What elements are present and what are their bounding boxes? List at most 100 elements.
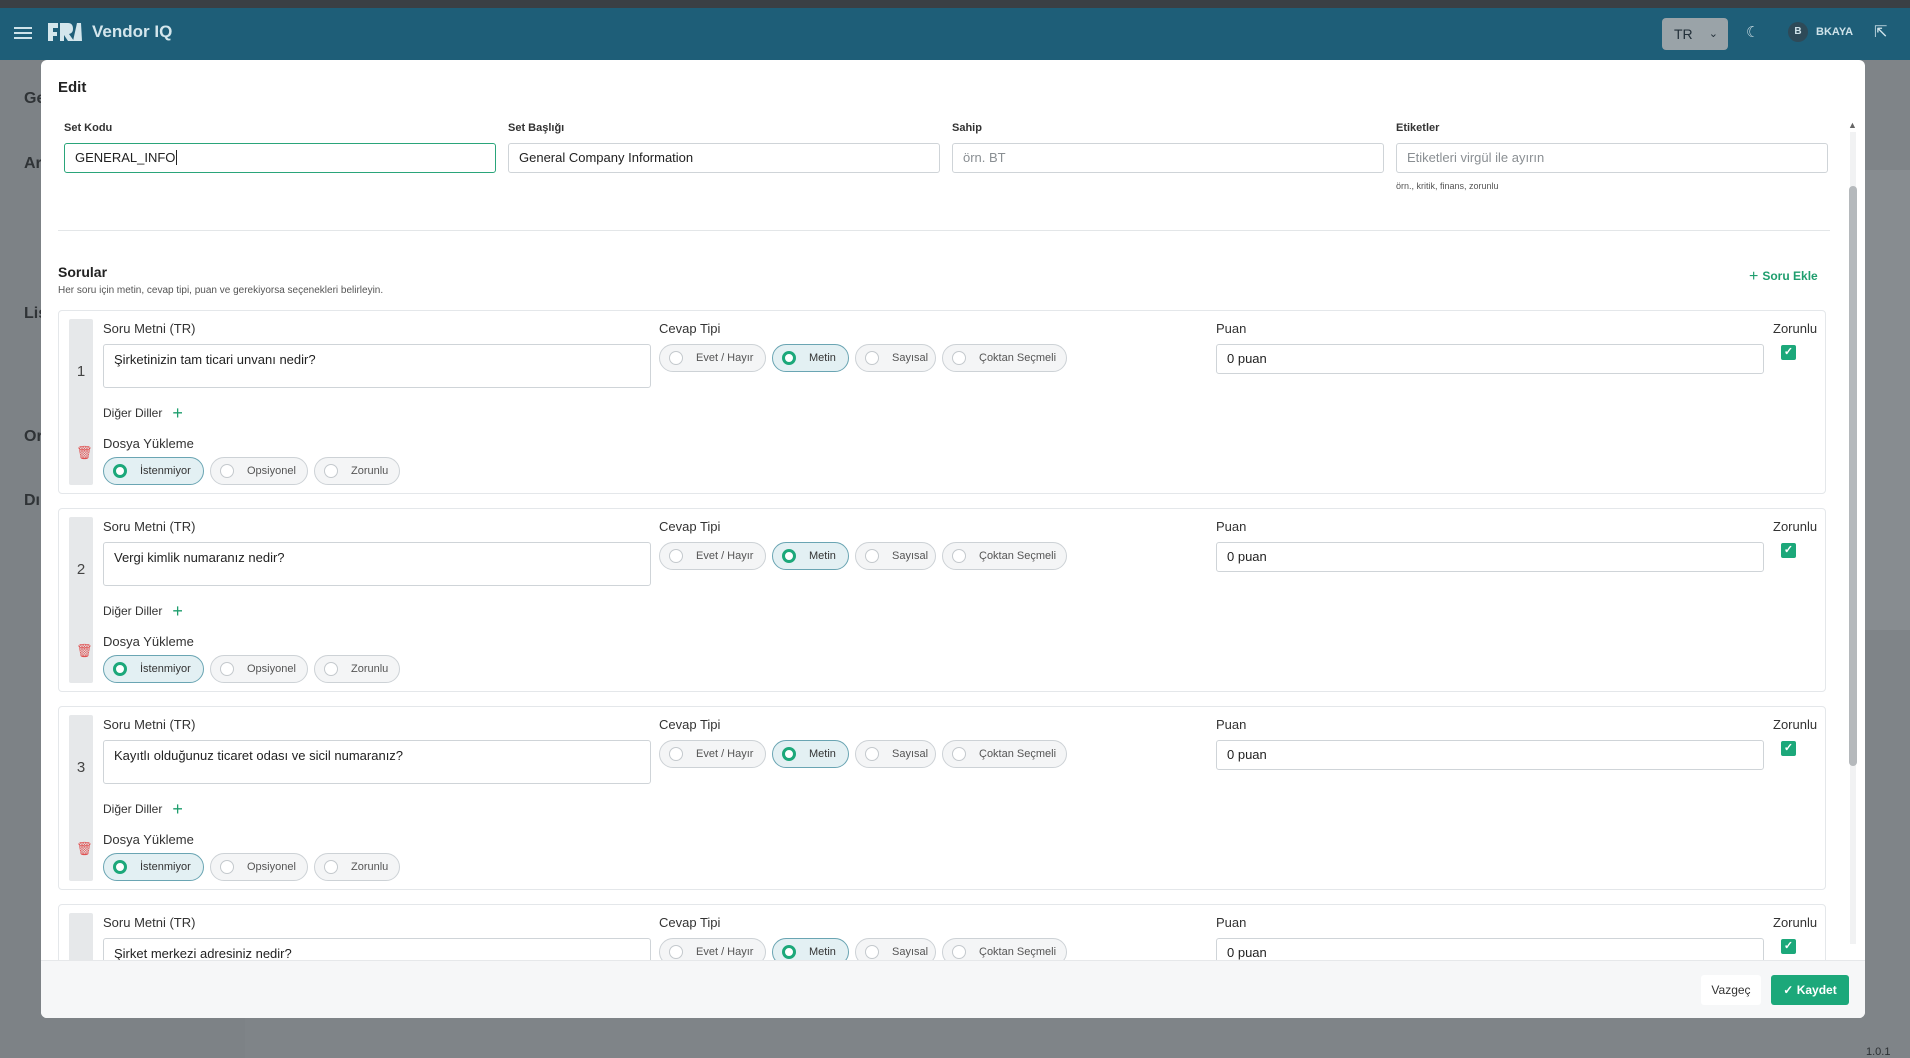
answer-type-multiple-choice[interactable]: Çoktan Seçmeli [942,344,1067,372]
radio-selected-icon [782,945,796,959]
answer-type-text[interactable]: Metin [772,938,849,960]
tags-input[interactable]: Etiketleri virgül ile ayırın [1396,143,1828,173]
answer-type-text[interactable]: Metin [772,344,849,372]
answer-type-text[interactable]: Metin [772,740,849,768]
question-text-input[interactable]: Kayıtlı olduğunuz ticaret odası ve sicil… [103,740,651,784]
answer-type-text[interactable]: Metin [772,542,849,570]
upload-option-label: İstenmiyor [140,465,191,477]
answer-type-multiple-choice[interactable]: Çoktan Seçmeli [942,740,1067,768]
trash-icon[interactable]: 🗑 [76,643,93,659]
answer-type-option-label: Evet / Hayır [696,550,754,562]
scrollbar-thumb[interactable] [1849,186,1857,766]
radio-icon [952,945,966,959]
upload-option-required[interactable]: Zorunlu [314,853,400,881]
score-input[interactable]: 0 puan [1216,938,1764,960]
question-text-input[interactable]: Vergi kimlik numaranız nedir? [103,542,651,586]
chevron-down-icon: ⌄ [1708,28,1718,40]
radio-icon [220,464,234,478]
answer-type-numeric[interactable]: Sayısal [855,938,936,960]
other-languages-label: Diğer Diller [103,406,163,420]
radio-icon [324,464,338,478]
moon-icon[interactable]: ☾ [1746,23,1759,41]
dialog-title: Edit [58,79,87,96]
add-question-button[interactable]: + Soru Ekle [1749,268,1818,286]
radio-icon [669,945,683,959]
upload-option-label: Zorunlu [351,663,389,675]
upload-option-required[interactable]: Zorunlu [314,457,400,485]
upload-option-optional[interactable]: Opsiyonel [210,853,308,881]
add-language-icon[interactable]: + [172,799,183,819]
answer-type-option-label: Evet / Hayır [696,946,754,958]
logout-icon[interactable]: ⇱ [1874,22,1887,42]
required-label: Zorunlu [1773,519,1818,534]
answer-type-yes-no[interactable]: Evet / Hayır [659,542,766,570]
upload-option-not-required[interactable]: İstenmiyor [103,457,204,485]
required-label: Zorunlu [1773,915,1818,930]
radio-selected-icon [113,464,127,478]
upload-option-optional[interactable]: Opsiyonel [210,457,308,485]
required-checkbox[interactable]: ✓ [1781,543,1796,558]
upload-option-not-required[interactable]: İstenmiyor [103,655,204,683]
radio-icon [865,549,879,563]
answer-type-label: Cevap Tipi [659,519,721,534]
set-title-label: Set Başlığı [508,122,565,134]
menu-icon[interactable] [14,24,32,42]
dialog-scrollbar[interactable]: ▲ ▼ [1847,112,1857,1012]
question-number-bar: 3 🗑 [69,715,93,881]
avatar[interactable]: B [1788,22,1808,42]
radio-icon [865,351,879,365]
answer-type-numeric[interactable]: Sayısal [855,344,936,372]
answer-type-yes-no[interactable]: Evet / Hayır [659,938,766,960]
owner-input[interactable]: örn. BT [952,143,1384,173]
answer-type-option-label: Sayısal [892,748,929,760]
background-label: Dı [24,492,40,509]
question-number-bar: 2 🗑 [69,517,93,683]
set-code-input[interactable]: GENERAL_INFO [64,143,496,173]
edit-dialog: Edit Set Kodu GENERAL_INFO Set Başlığı G… [41,60,1865,1018]
upload-option-not-required[interactable]: İstenmiyor [103,853,204,881]
add-language-icon[interactable]: + [172,403,183,423]
answer-type-yes-no[interactable]: Evet / Hayır [659,740,766,768]
radio-icon [952,351,966,365]
question-card: 2 🗑 Soru Metni (TR) Vergi kimlik numaran… [58,508,1826,692]
upload-option-label: Zorunlu [351,465,389,477]
save-button[interactable]: ✓ Kaydet [1771,975,1849,1005]
language-select[interactable]: TR ⌄ [1662,18,1728,50]
score-label: Puan [1216,519,1247,534]
background-label: Ar [24,155,42,172]
question-text-label: Soru Metni (TR) [103,519,196,534]
answer-type-multiple-choice[interactable]: Çoktan Seçmeli [942,542,1067,570]
upload-option-required[interactable]: Zorunlu [314,655,400,683]
add-language-icon[interactable]: + [172,601,183,621]
trash-icon[interactable]: 🗑 [76,841,93,857]
radio-icon [324,662,338,676]
required-checkbox[interactable]: ✓ [1781,345,1796,360]
answer-type-multiple-choice[interactable]: Çoktan Seçmeli [942,938,1067,960]
question-text-input[interactable]: Şirketinizin tam ticari unvanı nedir? [103,344,651,388]
cancel-button[interactable]: Vazgeç [1701,975,1761,1005]
score-input[interactable]: 0 puan [1216,740,1764,770]
required-checkbox[interactable]: ✓ [1781,939,1796,954]
upload-option-optional[interactable]: Opsiyonel [210,655,308,683]
required-checkbox[interactable]: ✓ [1781,741,1796,756]
radio-icon [952,549,966,563]
answer-type-numeric[interactable]: Sayısal [855,740,936,768]
answer-type-option-label: Çoktan Seçmeli [979,748,1057,760]
score-input[interactable]: 0 puan [1216,344,1764,374]
user-name[interactable]: BKAYA [1816,26,1853,38]
answer-type-numeric[interactable]: Sayısal [855,542,936,570]
question-number: 1 [76,363,86,380]
questions-list: 1 🗑 Soru Metni (TR) Şirketinizin tam tic… [41,310,1865,960]
question-text-input[interactable]: Şirket merkezi adresiniz nedir? [103,938,651,960]
score-input[interactable]: 0 puan [1216,542,1764,572]
question-text-label: Soru Metni (TR) [103,915,196,930]
trash-icon[interactable]: 🗑 [76,445,93,461]
question-card: 3 🗑 Soru Metni (TR) Kayıtlı olduğunuz ti… [58,706,1826,890]
answer-type-yes-no[interactable]: Evet / Hayır [659,344,766,372]
set-title-input[interactable]: General Company Information [508,143,940,173]
questions-title: Sorular [58,264,108,280]
scroll-up-icon[interactable]: ▲ [1848,120,1857,130]
question-text-label: Soru Metni (TR) [103,321,196,336]
other-languages: Diğer Diller + [103,403,183,424]
save-label: Kaydet [1796,983,1837,997]
